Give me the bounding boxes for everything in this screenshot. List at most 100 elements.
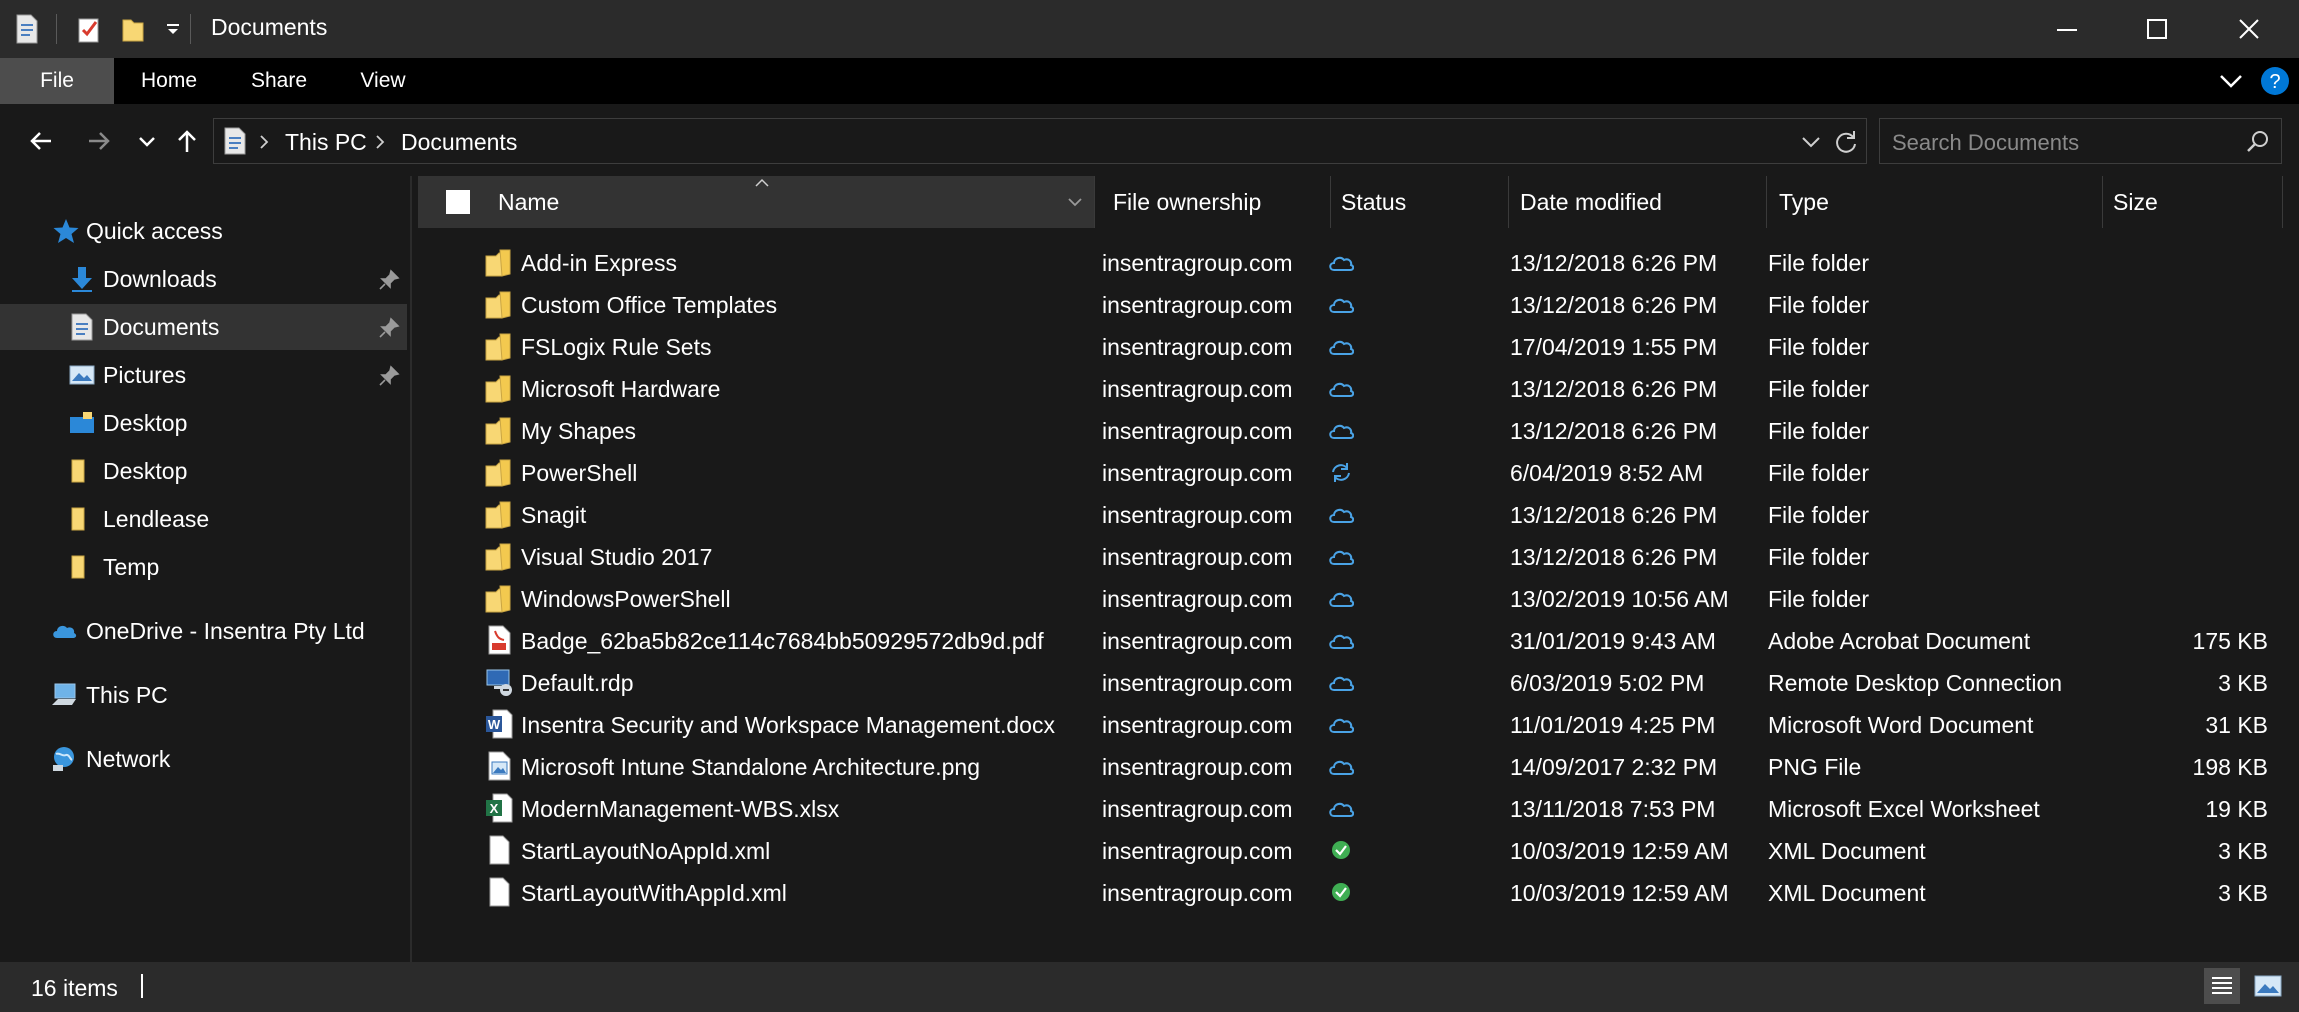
sidebar-item-onedrive[interactable]: OneDrive - Insentra Pty Ltd xyxy=(0,608,407,654)
sidebar-item-downloads[interactable]: Downloads xyxy=(0,256,407,302)
column-header-type[interactable]: Type xyxy=(1767,176,2102,228)
file-ownership: insentragroup.com xyxy=(1102,460,1293,486)
back-button[interactable] xyxy=(24,124,58,158)
image-file-icon xyxy=(488,751,511,781)
sidebar-item-desktop-2[interactable]: Desktop xyxy=(0,448,407,494)
table-row[interactable]: Badge_62ba5b82ce114c7684bb50929572db9d.p… xyxy=(412,620,2299,662)
maximize-button[interactable] xyxy=(2110,0,2204,58)
column-header-name[interactable]: Name xyxy=(418,176,1094,228)
select-all-checkbox[interactable] xyxy=(446,190,470,214)
sidebar-item-lendlease[interactable]: Lendlease xyxy=(0,496,407,542)
column-divider[interactable] xyxy=(2282,176,2283,228)
column-header-status[interactable]: Status xyxy=(1331,176,1508,228)
file-size: 3 KB xyxy=(2218,670,2268,696)
file-name: FSLogix Rule Sets xyxy=(521,334,712,360)
sidebar-item-label: Documents xyxy=(103,314,220,340)
cloud-status-icon xyxy=(1329,256,1354,271)
sidebar-item-label: This PC xyxy=(86,682,168,708)
document-properties-icon[interactable] xyxy=(14,14,40,44)
file-ownership: insentragroup.com xyxy=(1102,712,1293,738)
table-row[interactable]: Default.rdp insentragroup.com 6/03/2019 5:… xyxy=(412,662,2299,704)
sidebar-item-temp[interactable]: Temp xyxy=(0,544,407,590)
file-ownership: insentragroup.com xyxy=(1102,502,1293,528)
file-name: Insentra Security and Workspace Manageme… xyxy=(521,712,1055,738)
table-row[interactable]: Snagit insentragroup.com 13/12/2018 6:26 P… xyxy=(412,494,2299,536)
file-size: 175 KB xyxy=(2192,628,2268,654)
pin-icon[interactable] xyxy=(378,365,400,387)
forward-button[interactable] xyxy=(82,124,116,158)
file-size: 19 KB xyxy=(2205,796,2268,822)
table-row[interactable]: Microsoft Intune Standalone Architecture… xyxy=(412,746,2299,788)
table-row[interactable]: WindowsPowerShell insentragroup.com 13/02/… xyxy=(412,578,2299,620)
address-bar[interactable]: This PC Documents xyxy=(213,118,1867,164)
search-input[interactable]: Search Documents xyxy=(1892,130,2079,156)
file-type: File folder xyxy=(1768,460,1869,486)
table-row[interactable]: Add-in Express insentragroup.com 13/12/201… xyxy=(412,242,2299,284)
checklist-icon[interactable] xyxy=(76,14,102,44)
address-row: This PC Documents Search Documents xyxy=(0,104,2299,176)
column-header-label: Name xyxy=(498,189,560,215)
new-folder-icon[interactable] xyxy=(120,14,146,44)
file-icon xyxy=(489,877,510,907)
search-box[interactable]: Search Documents xyxy=(1879,118,2282,164)
sidebar-item-quick-access[interactable]: Quick access xyxy=(0,208,407,254)
date-modified: 13/12/2018 6:26 PM xyxy=(1510,418,1718,444)
breadcrumb-this-pc[interactable]: This PC xyxy=(285,129,367,156)
up-button[interactable] xyxy=(170,124,204,158)
tab-view[interactable]: View xyxy=(340,58,426,104)
folder-icon xyxy=(485,543,511,571)
table-row[interactable]: StartLayoutNoAppId.xml insentragroup.com 1… xyxy=(412,830,2299,872)
sidebar-item-this-pc[interactable]: This PC xyxy=(0,672,407,718)
maximize-icon xyxy=(2147,19,2167,39)
column-header-ownership[interactable]: File ownership xyxy=(1095,176,1330,228)
tab-share[interactable]: Share xyxy=(234,58,324,104)
close-icon xyxy=(2239,19,2259,39)
tab-home[interactable]: Home xyxy=(124,58,214,104)
file-name: Microsoft Hardware xyxy=(521,376,721,402)
table-row[interactable]: Visual Studio 2017 insentragroup.com 13/12… xyxy=(412,536,2299,578)
folder-icon xyxy=(485,333,511,361)
close-button[interactable] xyxy=(2202,0,2296,58)
file-type: File folder xyxy=(1768,334,1869,360)
table-row[interactable]: Custom Office Templates insentragroup.com… xyxy=(412,284,2299,326)
cloud-status-icon xyxy=(1329,676,1354,691)
table-row[interactable]: My Shapes insentragroup.com 13/12/2018 6:2… xyxy=(412,410,2299,452)
sidebar-item-desktop[interactable]: Desktop xyxy=(0,400,407,446)
column-filter-dropdown-icon[interactable] xyxy=(1066,194,1084,210)
date-modified: 13/02/2019 10:56 AM xyxy=(1510,586,1729,612)
tab-file[interactable]: File xyxy=(0,58,114,104)
breadcrumb-documents[interactable]: Documents xyxy=(401,129,517,156)
file-name: Microsoft Intune Standalone Architecture… xyxy=(521,754,981,780)
sidebar-item-network[interactable]: Network xyxy=(0,736,407,782)
date-modified: 13/12/2018 6:26 PM xyxy=(1510,292,1718,318)
pin-icon[interactable] xyxy=(378,269,400,291)
customize-dropdown-icon[interactable] xyxy=(160,14,186,44)
sidebar-item-pictures[interactable]: Pictures xyxy=(0,352,407,398)
date-modified: 14/09/2017 2:32 PM xyxy=(1510,754,1718,780)
network-globe-icon xyxy=(53,747,74,771)
refresh-icon[interactable] xyxy=(1833,129,1859,155)
table-row[interactable]: PowerShell insentragroup.com 6/04/2019 8:5… xyxy=(412,452,2299,494)
column-header-size[interactable]: Size xyxy=(2103,176,2283,228)
details-view-icon[interactable] xyxy=(2204,968,2240,1004)
folder-icon xyxy=(485,585,511,613)
sidebar-item-label: Desktop xyxy=(103,410,188,436)
help-button[interactable]: ? xyxy=(2260,66,2290,96)
file-ownership: insentragroup.com xyxy=(1102,670,1293,696)
table-row[interactable]: StartLayoutWithAppId.xml insentragroup.co… xyxy=(412,872,2299,914)
sidebar-item-documents[interactable]: Documents xyxy=(0,304,407,350)
expand-ribbon-button[interactable] xyxy=(2216,66,2246,96)
downloads-icon xyxy=(72,267,92,292)
minimize-button[interactable] xyxy=(2020,0,2114,58)
pin-icon[interactable] xyxy=(378,317,400,339)
table-row[interactable]: W Insentra Security and Workspace Managem… xyxy=(412,704,2299,746)
table-row[interactable]: Microsoft Hardware insentragroup.com 13/12… xyxy=(412,368,2299,410)
table-row[interactable]: FSLogix Rule Sets insentragroup.com 17/04/… xyxy=(412,326,2299,368)
address-dropdown-icon[interactable] xyxy=(1800,132,1822,152)
table-row[interactable]: X ModernManagement-WBS.xlsx insentragroup.… xyxy=(412,788,2299,830)
search-icon[interactable] xyxy=(2246,130,2270,154)
column-header-date[interactable]: Date modified xyxy=(1509,176,1766,228)
large-icons-view-icon[interactable] xyxy=(2250,968,2286,1004)
sidebar-item-label: Temp xyxy=(103,554,160,580)
recent-locations-button[interactable] xyxy=(130,124,164,158)
